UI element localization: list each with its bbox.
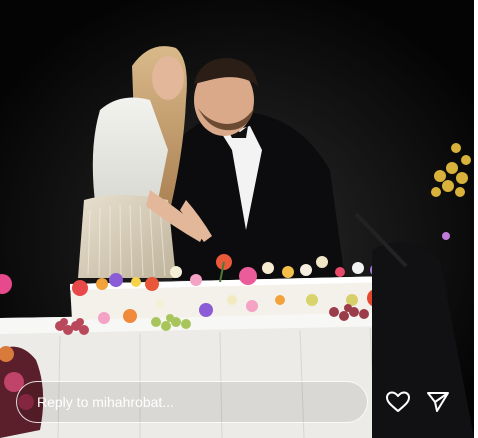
viewer-edge [474, 0, 478, 438]
reply-input[interactable]: Reply to mihahrobat... [16, 381, 368, 423]
story-photo [0, 0, 474, 438]
send-icon [427, 392, 449, 412]
share-button[interactable] [424, 388, 452, 416]
story-viewer: Reply to mihahrobat... [0, 0, 474, 438]
reply-placeholder: Reply to mihahrobat... [37, 394, 174, 410]
heart-icon [386, 391, 410, 412]
like-button[interactable] [384, 388, 412, 416]
